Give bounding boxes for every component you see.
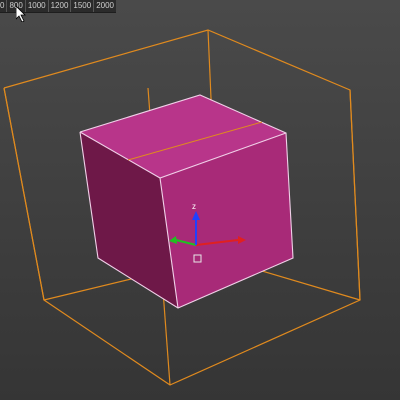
ruler-tick: 1000: [24, 0, 48, 12]
bbox-edge: [349, 89, 361, 301]
selected-cube[interactable]: [79, 94, 294, 309]
ruler-tick: 2000: [93, 0, 116, 12]
ruler-tick: 1200: [47, 0, 71, 12]
perspective-viewport[interactable]: 0 800 1000 1200 1500 2000 z: [0, 0, 400, 400]
mouse-pointer-icon: [16, 6, 26, 22]
scene-canvas[interactable]: z: [0, 0, 400, 400]
gizmo-z-label: z: [192, 202, 196, 211]
ruler-tick: 1500: [70, 0, 93, 12]
bbox-edge: [3, 87, 45, 301]
